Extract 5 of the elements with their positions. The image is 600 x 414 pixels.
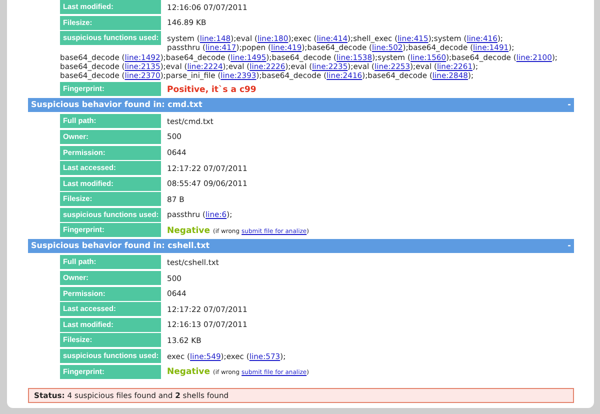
fingerprint-verdict: Negative [167,226,210,236]
fingerprint-verdict: Positive, it`s a c99 [167,84,256,95]
section-title: Suspicious behavior found in: cmd.txt [31,99,202,112]
fingerprint-verdict: Negative [167,367,210,378]
section-title: Suspicious behavior found in: cshell.txt [31,240,210,252]
